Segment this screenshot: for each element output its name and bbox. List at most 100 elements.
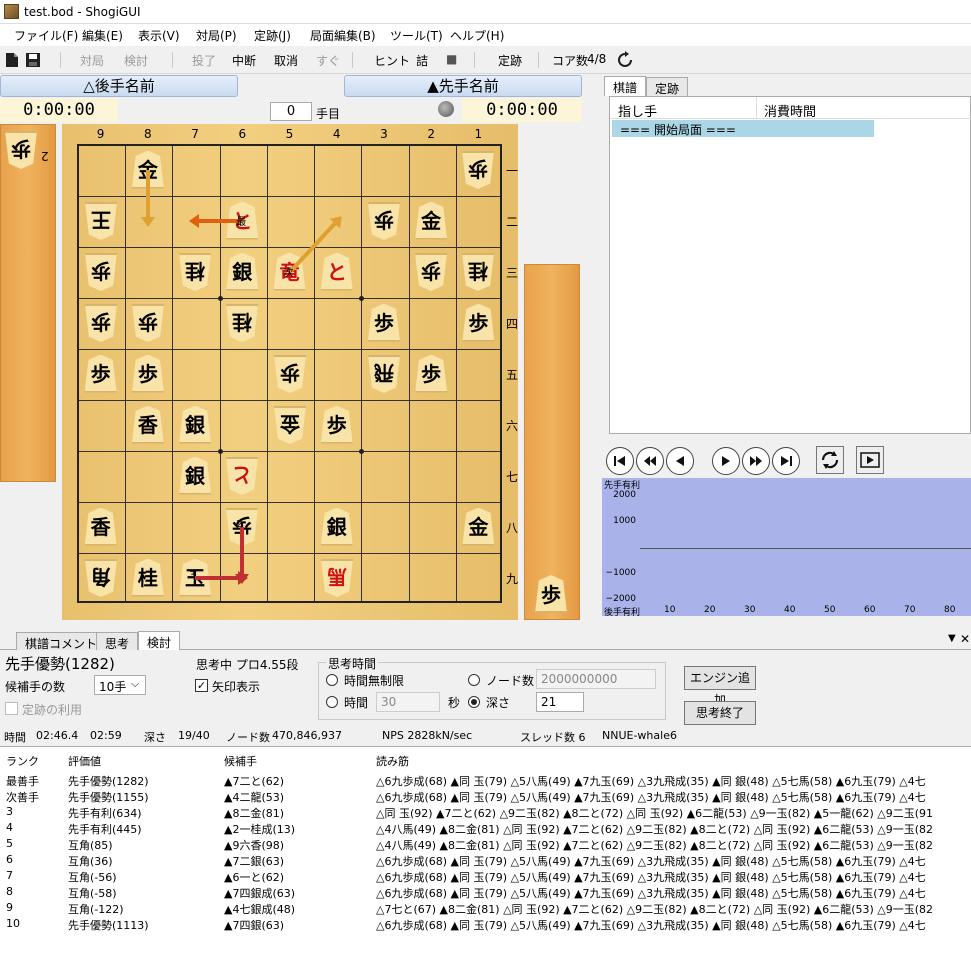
evaluation-graph[interactable]: 先手有利 後手有利 2000 1000 −1000 −2000 10 20 30 40 50 60… [602, 478, 971, 618]
next-move-button[interactable] [712, 447, 740, 475]
candidate-row[interactable]: 7 互角(-56) ▲6一と(62) △6九歩成(68) ▲同 玉(79) △5八馬(… [0, 869, 971, 885]
gote-piece[interactable]: 歩 [272, 353, 308, 395]
gote-piece-stand[interactable]: 歩 2 [0, 124, 56, 482]
gote-piece[interactable]: 歩 [413, 251, 449, 293]
menu-view[interactable]: 表示(V) [138, 27, 180, 44]
nodes-input[interactable]: 2000000000 [536, 669, 656, 689]
col-pv[interactable]: 読み筋 [376, 753, 409, 769]
resign-button[interactable]: 投了 [192, 52, 216, 69]
cand-count-select[interactable]: 10手 ⌵ [94, 675, 146, 695]
sente-piece[interactable]: 歩 [460, 302, 496, 344]
kifu-col-move[interactable]: 指し手 [618, 101, 657, 120]
menu-tools[interactable]: ツール(T) [390, 27, 443, 44]
candidate-row[interactable]: 5 互角(85) ▲9六香(98) △4八馬(49) ▲8二金(81) △同 玉(92… [0, 837, 971, 853]
candidate-row[interactable]: 9 互角(-122) ▲4七銀成(48) △7七と(67) ▲8二金(81) △同 玉… [0, 901, 971, 917]
flip-board-button[interactable] [816, 446, 844, 474]
stop-button[interactable]: ■ [446, 52, 457, 66]
candidate-row[interactable]: 4 先手有利(445) ▲2一桂成(13) △4八馬(49) ▲8二金(81) △同 … [0, 821, 971, 837]
sente-piece[interactable]: 歩 [83, 353, 119, 395]
gote-piece[interactable]: 飛 [366, 353, 402, 395]
unlimited-radio[interactable] [326, 674, 338, 686]
tab-kifu-comment[interactable]: 棋譜コメント [16, 632, 107, 651]
arrow-display-checkbox[interactable]: ✓ [195, 679, 208, 692]
gote-piece[interactable]: 桂 [460, 251, 496, 293]
stop-thinking-button[interactable]: 思考終了 [684, 701, 756, 725]
time-radio[interactable] [326, 696, 338, 708]
sente-piece[interactable]: 歩 [366, 302, 402, 344]
candidate-row[interactable]: 8 互角(-58) ▲7四銀成(63) △6九歩成(68) ▲同 玉(79) △5八馬… [0, 885, 971, 901]
col-eval[interactable]: 評価値 [68, 753, 101, 769]
sente-piece[interactable]: 歩 [319, 404, 355, 446]
gote-hand-piece[interactable]: 歩 [3, 129, 39, 171]
sente-piece[interactable]: 銀 [177, 404, 213, 446]
menu-game[interactable]: 対局(P) [196, 27, 237, 44]
candidate-list[interactable]: ランク 評価値 候補手 読み筋 最善手 先手優勢(1282) ▲7二と(62) △6九… [0, 746, 971, 972]
candidate-row[interactable]: 10 先手優勢(1113) ▲7四銀(63) △6九歩成(68) ▲同 玉(79) △… [0, 917, 971, 933]
sente-piece[interactable]: 桂 [130, 557, 166, 599]
menu-joseki[interactable]: 定跡(J) [254, 27, 291, 44]
sente-piece[interactable]: と [319, 251, 355, 293]
gote-piece[interactable]: 歩 [130, 302, 166, 344]
gote-piece[interactable]: 歩 [83, 251, 119, 293]
candidate-row[interactable]: 次善手 先手優勢(1155) ▲4二龍(53) △6九歩成(68) ▲同 玉(79) … [0, 789, 971, 805]
sente-piece[interactable]: 銀 [177, 455, 213, 497]
move-number[interactable]: 0 [270, 102, 312, 121]
gote-piece[interactable]: 歩 [460, 149, 496, 191]
time-input[interactable]: 30 [376, 692, 440, 712]
new-file-icon[interactable] [5, 52, 19, 68]
gote-piece[interactable]: 金 [272, 404, 308, 446]
sente-piece[interactable]: 銀 [319, 506, 355, 548]
gote-piece[interactable]: 歩 [83, 302, 119, 344]
menu-file[interactable]: ファイル(F) [14, 27, 78, 44]
col-move[interactable]: 候補手 [224, 753, 257, 769]
sente-hand-piece[interactable]: 歩 [533, 573, 569, 615]
tab-kifu[interactable]: 棋譜 [604, 76, 647, 96]
forward-10-button[interactable] [742, 447, 770, 475]
sente-piece[interactable]: 歩 [130, 353, 166, 395]
add-engine-button[interactable]: エンジン追加 [684, 666, 756, 707]
interrupt-button[interactable]: 中断 [232, 52, 256, 69]
chevron-down-icon[interactable]: ▼ [948, 633, 956, 644]
tab-joseki[interactable]: 定跡 [646, 77, 689, 96]
sente-piece[interactable]: 歩 [413, 353, 449, 395]
joseki-button[interactable]: 定跡 [498, 52, 522, 69]
tab-analysis[interactable]: 検討 [138, 631, 181, 650]
close-icon[interactable]: ✕ [960, 632, 970, 646]
gote-piece[interactable]: 歩 [366, 200, 402, 242]
undo-button[interactable]: 取消 [274, 52, 298, 69]
back-10-button[interactable] [636, 447, 664, 475]
sente-piece[interactable]: 金 [460, 506, 496, 548]
kifu-col-time[interactable]: 消費時間 [764, 101, 816, 120]
menu-edit[interactable]: 編集(E) [82, 27, 123, 44]
nodes-radio[interactable] [468, 674, 480, 686]
taikyoku-button[interactable]: 対局 [80, 52, 104, 69]
col-rank[interactable]: ランク [6, 753, 39, 769]
play-button[interactable] [856, 446, 884, 474]
candidate-row[interactable]: 6 互角(36) ▲7二銀(63) △6九歩成(68) ▲同 玉(79) △5八馬(4… [0, 853, 971, 869]
gote-piece[interactable]: 角 [83, 557, 119, 599]
gote-piece[interactable]: 桂 [177, 251, 213, 293]
tab-thinking[interactable]: 思考 [96, 632, 139, 651]
prev-move-button[interactable] [666, 447, 694, 475]
menu-help[interactable]: ヘルプ(H) [450, 27, 504, 44]
tsume-button[interactable]: 詰 [416, 52, 428, 69]
depth-input[interactable]: 21 [536, 692, 584, 712]
gote-piece[interactable]: と [224, 455, 260, 497]
kifu-row-start[interactable]: === 開始局面 === [612, 120, 874, 137]
shogi-board[interactable]: 987654321 一二三四五六七八九 金歩王と歩金歩桂銀竜と歩桂歩歩桂歩歩歩歩… [62, 124, 518, 620]
sente-piece-stand[interactable]: 歩 [524, 264, 580, 620]
candidate-row[interactable]: 最善手 先手優勢(1282) ▲7二と(62) △6九歩成(68) ▲同 玉(79) … [0, 773, 971, 789]
gote-piece[interactable]: 桂 [224, 302, 260, 344]
refresh-icon[interactable] [616, 51, 634, 69]
use-joseki-checkbox[interactable] [5, 702, 18, 715]
menu-position-edit[interactable]: 局面編集(B) [310, 27, 376, 44]
sente-piece[interactable]: 香 [130, 404, 166, 446]
depth-radio[interactable] [468, 696, 480, 708]
last-move-button[interactable] [772, 447, 800, 475]
first-move-button[interactable] [606, 447, 634, 475]
hint-button[interactable]: ヒント [374, 52, 410, 69]
kifu-list[interactable]: 指し手 消費時間 === 開始局面 === [609, 96, 971, 434]
gote-piece[interactable]: 馬 [319, 557, 355, 599]
move-now-button[interactable]: すぐ [316, 52, 340, 69]
kento-button[interactable]: 検討 [124, 52, 148, 69]
